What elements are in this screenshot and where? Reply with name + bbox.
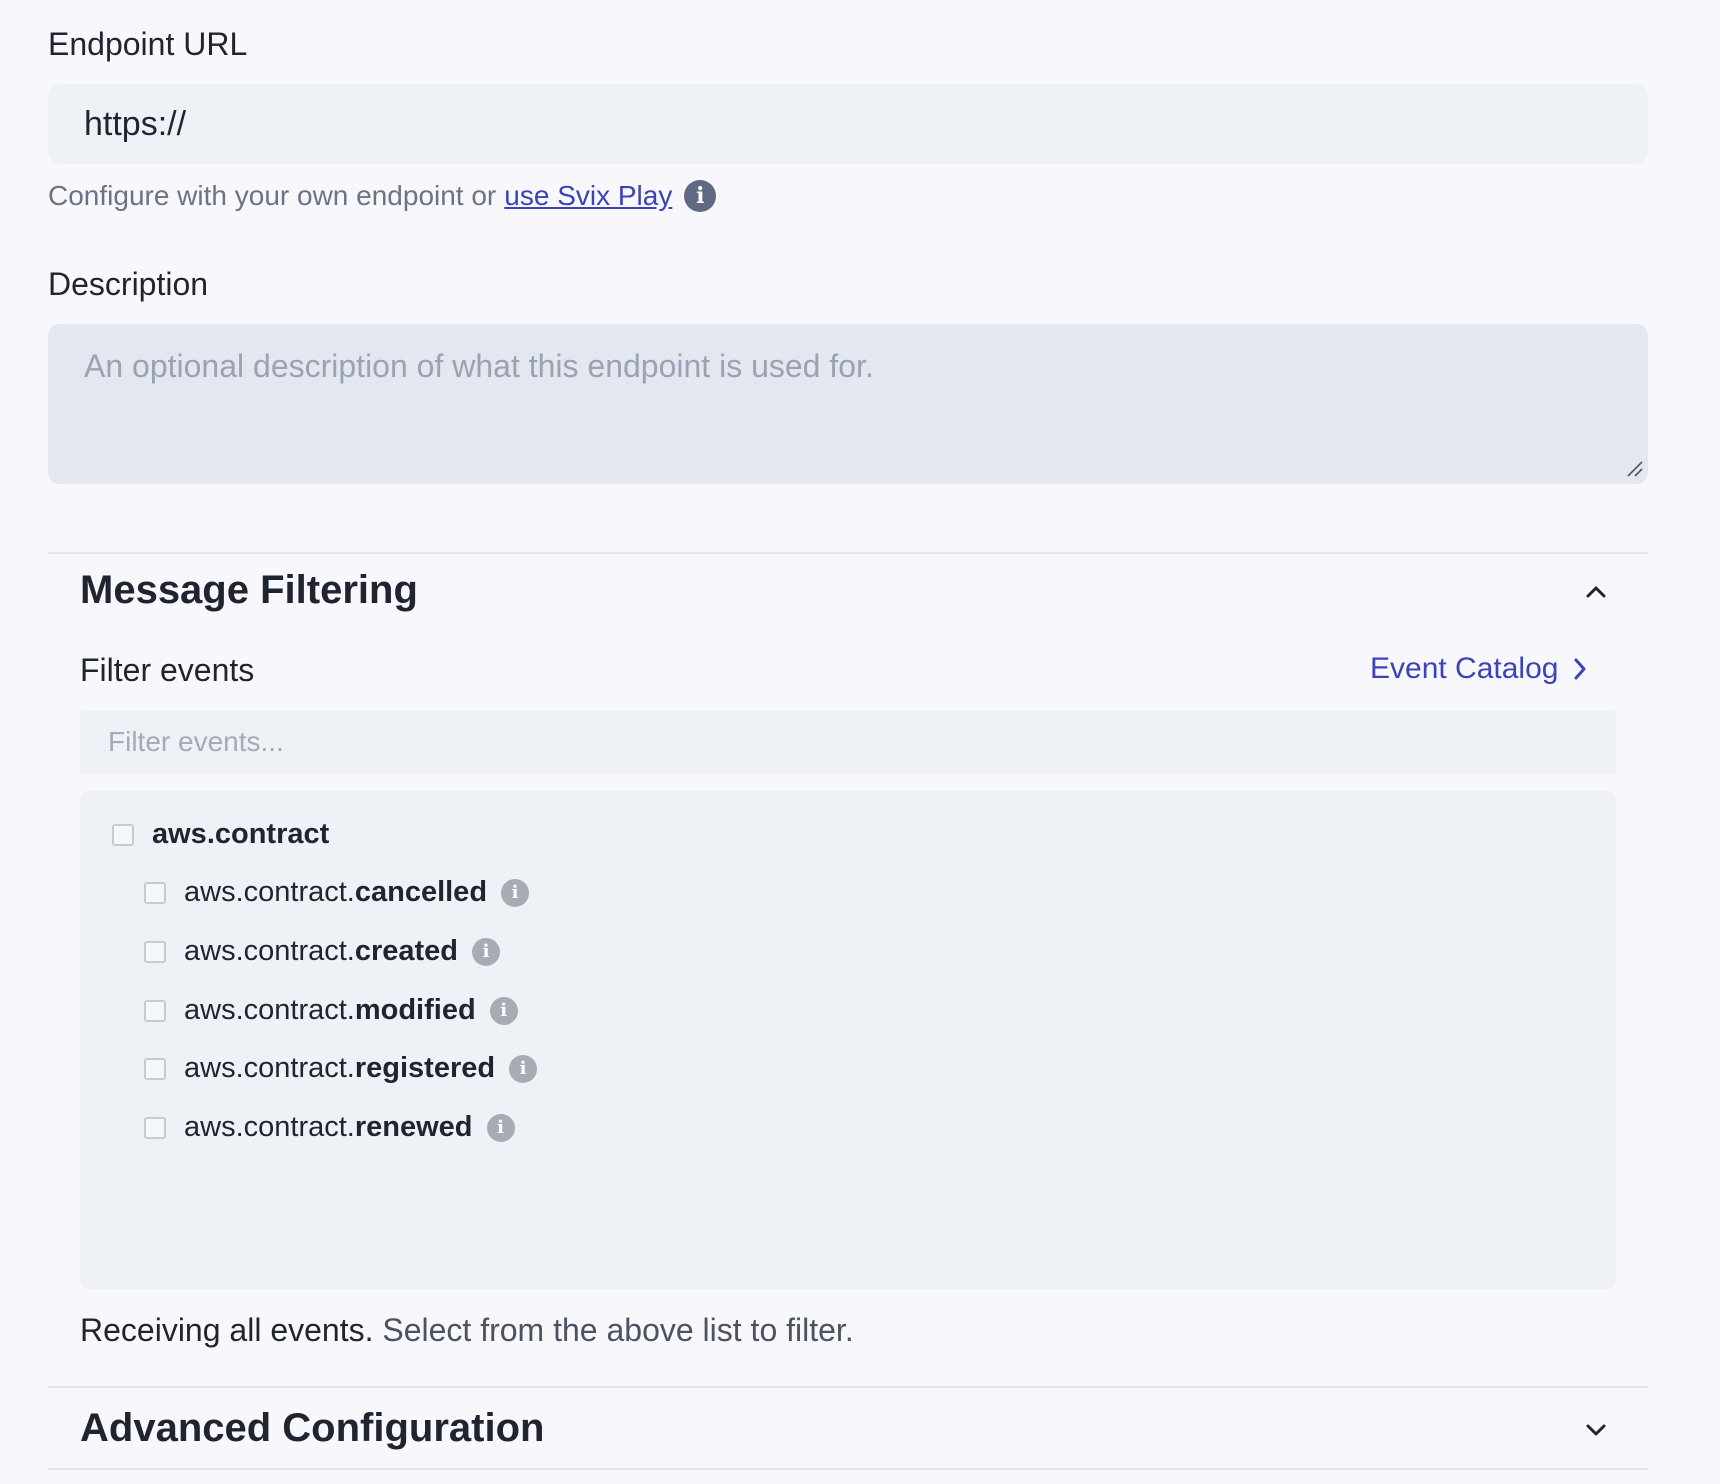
filter-summary-rest: Select from the above list to filter. xyxy=(382,1312,854,1348)
info-icon[interactable]: i xyxy=(489,996,518,1025)
endpoint-helper-text: Configure with your own endpoint or xyxy=(48,180,497,211)
event-name: renewed xyxy=(354,1111,473,1143)
event-prefix: aws.contract. xyxy=(184,876,355,908)
filter-events-label: Filter events xyxy=(80,652,255,688)
event-row: aws.contract. registered i xyxy=(144,1052,538,1085)
event-prefix: aws.contract. xyxy=(184,935,355,967)
event-row: aws.contract. modified i xyxy=(144,994,518,1027)
resize-grip-icon[interactable] xyxy=(1626,460,1644,478)
section-divider xyxy=(48,552,1648,554)
event-row: aws.contract. cancelled i xyxy=(144,876,530,909)
chevron-up-icon xyxy=(1586,586,1606,598)
event-name: cancelled xyxy=(354,876,488,908)
expand-advanced-configuration-button[interactable] xyxy=(1580,1414,1612,1446)
endpoint-helper: Configure with your own endpoint or use … xyxy=(48,180,717,212)
event-prefix: aws.contract. xyxy=(184,1052,355,1084)
event-row: aws.contract. renewed i xyxy=(144,1111,515,1144)
advanced-configuration-title[interactable]: Advanced Configuration xyxy=(80,1406,544,1451)
filter-events-input[interactable] xyxy=(80,710,1616,774)
event-name: registered xyxy=(354,1052,496,1084)
event-checkbox[interactable] xyxy=(144,881,166,904)
chevron-down-icon xyxy=(1586,1424,1606,1436)
message-filtering-title[interactable]: Message Filtering xyxy=(80,568,418,613)
svix-play-link[interactable]: use Svix Play xyxy=(504,180,672,212)
event-row: aws.contract. created i xyxy=(144,935,501,968)
info-icon[interactable]: i xyxy=(684,180,717,212)
endpoint-url-label: Endpoint URL xyxy=(48,26,248,62)
endpoint-url-input[interactable] xyxy=(48,84,1648,164)
event-checkbox[interactable] xyxy=(144,1116,166,1139)
group-checkbox[interactable] xyxy=(112,823,134,846)
event-prefix: aws.contract. xyxy=(184,994,355,1026)
event-list xyxy=(80,790,1616,1290)
event-name: created xyxy=(354,935,459,967)
event-checkbox[interactable] xyxy=(144,940,166,963)
filter-summary-strong: Receiving all events. xyxy=(80,1312,374,1348)
filter-summary: Receiving all events. Select from the ab… xyxy=(80,1312,854,1349)
event-checkbox[interactable] xyxy=(144,1057,166,1080)
description-label: Description xyxy=(48,266,209,302)
endpoint-form: Endpoint URL Configure with your own end… xyxy=(0,0,1720,1484)
info-icon[interactable]: i xyxy=(501,878,530,907)
section-divider xyxy=(48,1386,1648,1388)
collapse-message-filtering-button[interactable] xyxy=(1580,576,1612,608)
description-textarea[interactable] xyxy=(48,324,1648,484)
event-prefix: aws.contract. xyxy=(184,1111,355,1143)
info-icon[interactable]: i xyxy=(509,1054,538,1083)
info-icon[interactable]: i xyxy=(486,1113,515,1142)
section-divider xyxy=(48,1468,1648,1470)
event-checkbox[interactable] xyxy=(144,999,166,1022)
event-catalog-link[interactable]: Event Catalog xyxy=(1370,652,1588,686)
event-name: modified xyxy=(354,994,476,1026)
info-icon[interactable]: i xyxy=(472,937,501,966)
event-catalog-label: Event Catalog xyxy=(1370,652,1559,685)
event-group-label: aws.contract xyxy=(152,818,330,850)
event-group-row: aws.contract xyxy=(112,818,329,851)
chevron-right-icon xyxy=(1574,658,1586,680)
